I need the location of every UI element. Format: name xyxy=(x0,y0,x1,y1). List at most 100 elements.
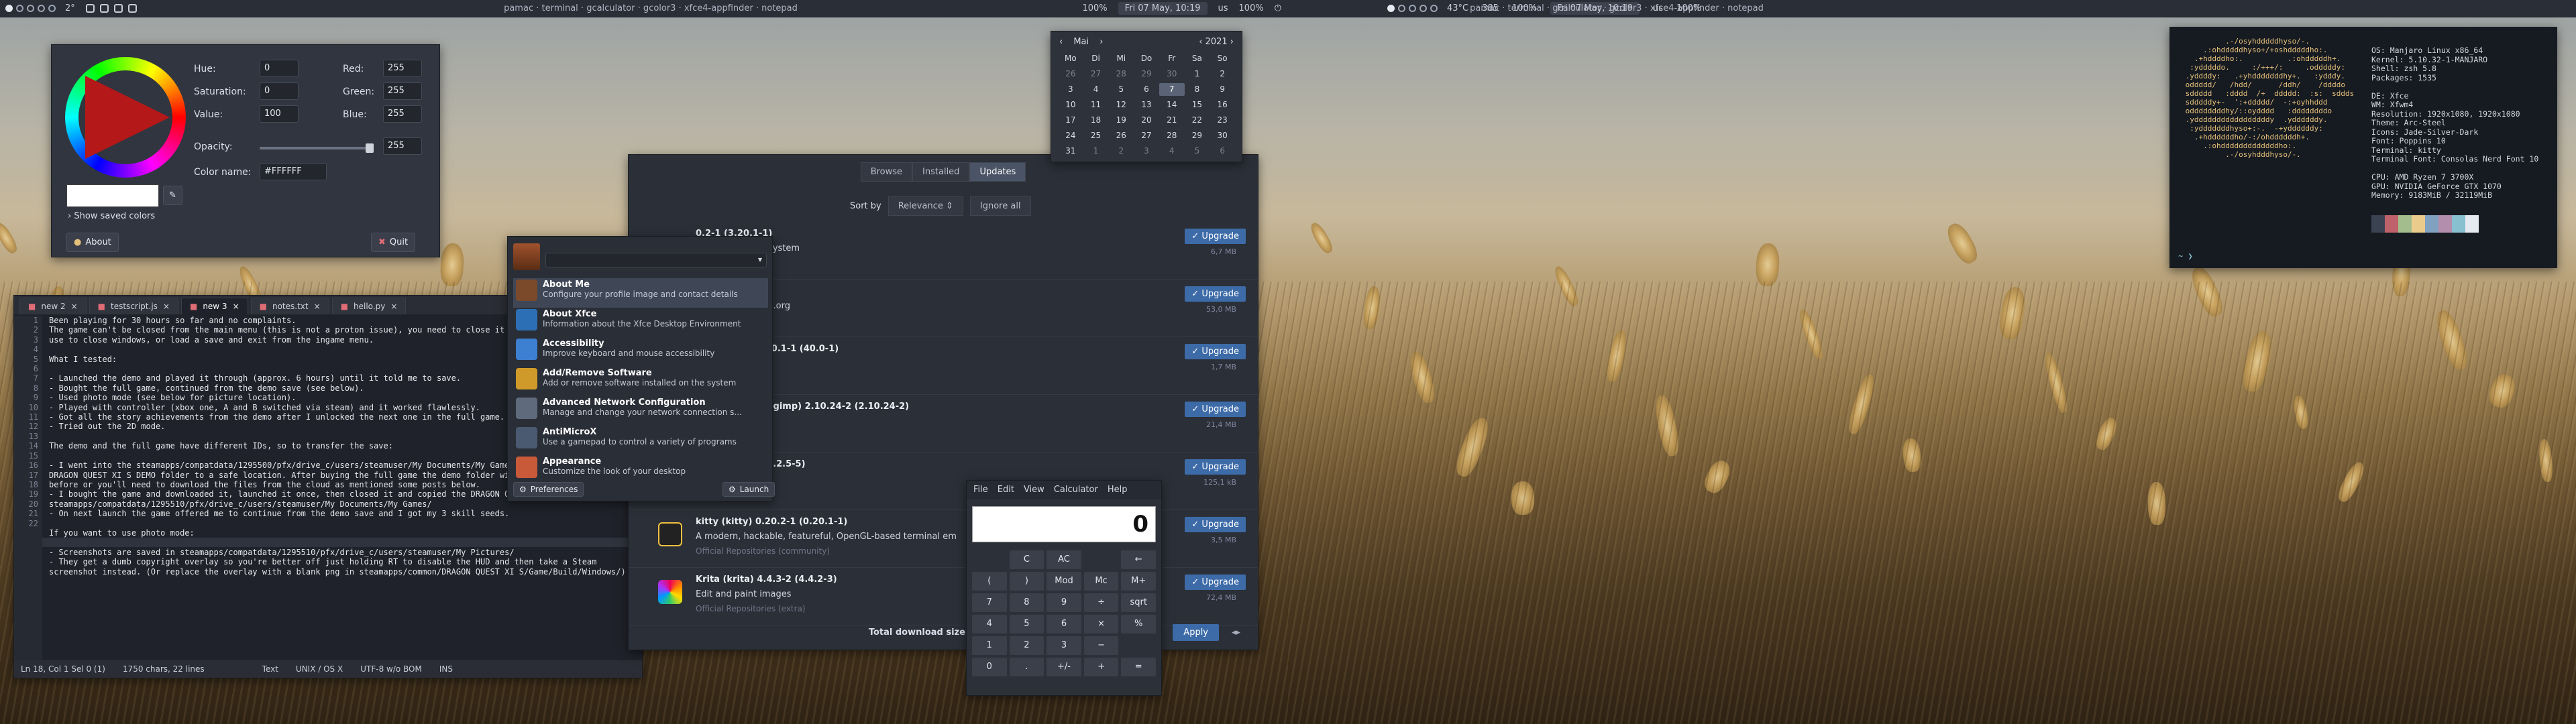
settings-icon[interactable] xyxy=(127,4,137,13)
blue-spinner[interactable]: 255 xyxy=(383,105,422,123)
calc-key[interactable]: AC xyxy=(1046,550,1081,569)
search-input[interactable]: ▾ xyxy=(545,253,767,267)
calendar-day[interactable]: 14 xyxy=(1159,99,1185,111)
calendar-day[interactable]: 6 xyxy=(1210,145,1235,158)
line-ending[interactable]: UNIX / OS X xyxy=(296,664,343,674)
upgrade-button[interactable]: ✓ Upgrade xyxy=(1185,517,1246,532)
workspace-4[interactable] xyxy=(1419,5,1427,12)
calendar-day[interactable]: 2 xyxy=(1108,145,1134,158)
battery-indicator[interactable]: 100% xyxy=(1082,3,1107,13)
next-year-icon[interactable]: › xyxy=(1228,37,1234,47)
terminal-window[interactable]: .-/osyhdddddhyso/-. .:ohdddddhyso+/+oshd… xyxy=(2169,27,2557,268)
opacity-slider-handle[interactable] xyxy=(366,143,374,153)
calendar-day[interactable]: 10 xyxy=(1058,99,1083,111)
green-spinner[interactable]: 255 xyxy=(383,82,422,100)
launch-button[interactable]: ⚙ Launch xyxy=(722,482,775,497)
calendar-day[interactable]: 23 xyxy=(1210,114,1235,127)
apply-button[interactable]: Apply xyxy=(1173,623,1219,641)
workspace-switcher[interactable] xyxy=(1387,5,1438,12)
calendar-day[interactable]: 5 xyxy=(1108,83,1134,96)
syntax-mode[interactable]: Text xyxy=(262,664,278,674)
calendar-day[interactable]: 2 xyxy=(1210,68,1235,80)
language-indicator[interactable]: us xyxy=(1218,3,1228,13)
calendar-day[interactable]: 22 xyxy=(1185,114,1210,127)
editor-tab[interactable]: ■ new 2 × xyxy=(19,298,87,314)
calendar-day[interactable]: 5 xyxy=(1185,145,1210,158)
power-icon[interactable]: ⏻ xyxy=(1275,3,1281,13)
calc-key[interactable]: 9 xyxy=(1046,593,1081,612)
calc-key[interactable]: 0 xyxy=(972,658,1007,676)
editor-tab-active[interactable]: ■ new 3 × xyxy=(180,298,248,314)
workspace-4[interactable] xyxy=(38,5,45,12)
calc-key[interactable]: 6 xyxy=(1046,615,1081,634)
calc-key[interactable]: sqrt xyxy=(1121,593,1156,612)
calc-key[interactable]: 3 xyxy=(1046,636,1081,655)
year-selector[interactable]: ‹ 2021 › xyxy=(1199,37,1234,47)
details-icon[interactable]: ◂▸ xyxy=(1232,627,1240,638)
next-month-icon[interactable]: › xyxy=(1097,37,1103,47)
calendar-day[interactable]: 28 xyxy=(1159,129,1185,142)
calendar-day[interactable]: 3 xyxy=(1058,83,1083,96)
hue-spinner[interactable]: 0 xyxy=(260,60,299,77)
calendar-day[interactable]: 15 xyxy=(1185,99,1210,111)
upgrade-button[interactable]: ✓ Upgrade xyxy=(1185,229,1246,244)
encoding[interactable]: UTF-8 w/o BOM xyxy=(360,664,422,674)
color-name-field[interactable]: #FFFFFF xyxy=(260,163,327,180)
code-line[interactable] xyxy=(49,538,638,547)
calendar-day[interactable]: 27 xyxy=(1134,129,1159,142)
folder-icon[interactable] xyxy=(99,4,109,13)
editor-tab[interactable]: ■ hello.py × xyxy=(331,298,407,314)
calendar-day[interactable]: 29 xyxy=(1185,129,1210,142)
taskbar[interactable]: pamac · terminal · gcalculator · gcolor3… xyxy=(1462,3,1771,13)
workspace-5[interactable] xyxy=(1430,5,1438,12)
calc-key[interactable]: 1 xyxy=(972,636,1007,655)
calendar-day[interactable]: 30 xyxy=(1210,129,1235,142)
calc-key[interactable]: × xyxy=(1083,615,1119,634)
workspace-3[interactable] xyxy=(27,5,34,12)
value-spinner[interactable]: 100 xyxy=(260,105,299,123)
month-selector[interactable]: ‹ Mai › xyxy=(1059,37,1103,47)
workspace-switcher[interactable] xyxy=(5,5,56,12)
calendar-day[interactable]: 12 xyxy=(1108,99,1134,111)
code-line[interactable]: - Screenshots are saved in steamapps/com… xyxy=(49,548,638,557)
calc-key[interactable]: . xyxy=(1009,658,1044,676)
code-line[interactable] xyxy=(49,519,638,528)
workspace-5[interactable] xyxy=(48,5,56,12)
calendar-day[interactable]: 19 xyxy=(1108,114,1134,127)
calendar-day[interactable]: 4 xyxy=(1159,145,1185,158)
close-icon[interactable]: × xyxy=(163,302,170,311)
calendar-day[interactable]: 21 xyxy=(1159,114,1185,127)
calc-key[interactable]: C xyxy=(1009,550,1044,569)
calc-key[interactable]: 8 xyxy=(1009,593,1044,612)
calc-key[interactable]: Mod xyxy=(1046,572,1081,591)
calc-key[interactable]: 4 xyxy=(972,615,1007,634)
calendar-day[interactable]: 11 xyxy=(1083,99,1109,111)
browser-icon[interactable] xyxy=(113,4,123,13)
tab-updates[interactable]: Updates xyxy=(969,162,1026,182)
workspace-3[interactable] xyxy=(1409,5,1416,12)
tab-installed[interactable]: Installed xyxy=(912,162,970,182)
calendar-day[interactable]: 4 xyxy=(1083,83,1109,96)
opacity-spinner[interactable]: 255 xyxy=(383,137,422,155)
calc-key[interactable]: 5 xyxy=(1009,615,1044,634)
calendar-day[interactable]: 20 xyxy=(1134,114,1159,127)
package-row[interactable]: kitty (kitty) 0.20.2-1 (0.20.1-1) A moder… xyxy=(629,510,1258,568)
terminal-icon[interactable] xyxy=(85,4,95,13)
eyedropper-button[interactable]: ✎ xyxy=(163,186,182,205)
calc-key[interactable]: 7 xyxy=(972,593,1007,612)
calendar-day[interactable]: 17 xyxy=(1058,114,1083,127)
menu-item[interactable]: Edit xyxy=(998,485,1014,495)
calendar-day[interactable]: 18 xyxy=(1083,114,1109,127)
upgrade-button[interactable]: ✓ Upgrade xyxy=(1185,402,1246,417)
calc-key[interactable]: 2 xyxy=(1009,636,1044,655)
calendar-day[interactable]: 30 xyxy=(1159,68,1185,80)
about-button[interactable]: ● About xyxy=(66,233,119,252)
calc-key[interactable]: ÷ xyxy=(1083,593,1119,612)
prev-year-icon[interactable]: ‹ xyxy=(1199,37,1205,47)
calendar-day[interactable]: 24 xyxy=(1058,129,1083,142)
chevron-down-icon[interactable]: ▾ xyxy=(758,255,762,264)
calendar-day[interactable]: 3 xyxy=(1134,145,1159,158)
volume-indicator[interactable]: 100% xyxy=(1239,3,1264,13)
app-item[interactable]: AntiMicroX Use a gamepad to control a var… xyxy=(513,426,768,455)
code-line[interactable]: If you want to use photo mode: xyxy=(49,528,638,538)
